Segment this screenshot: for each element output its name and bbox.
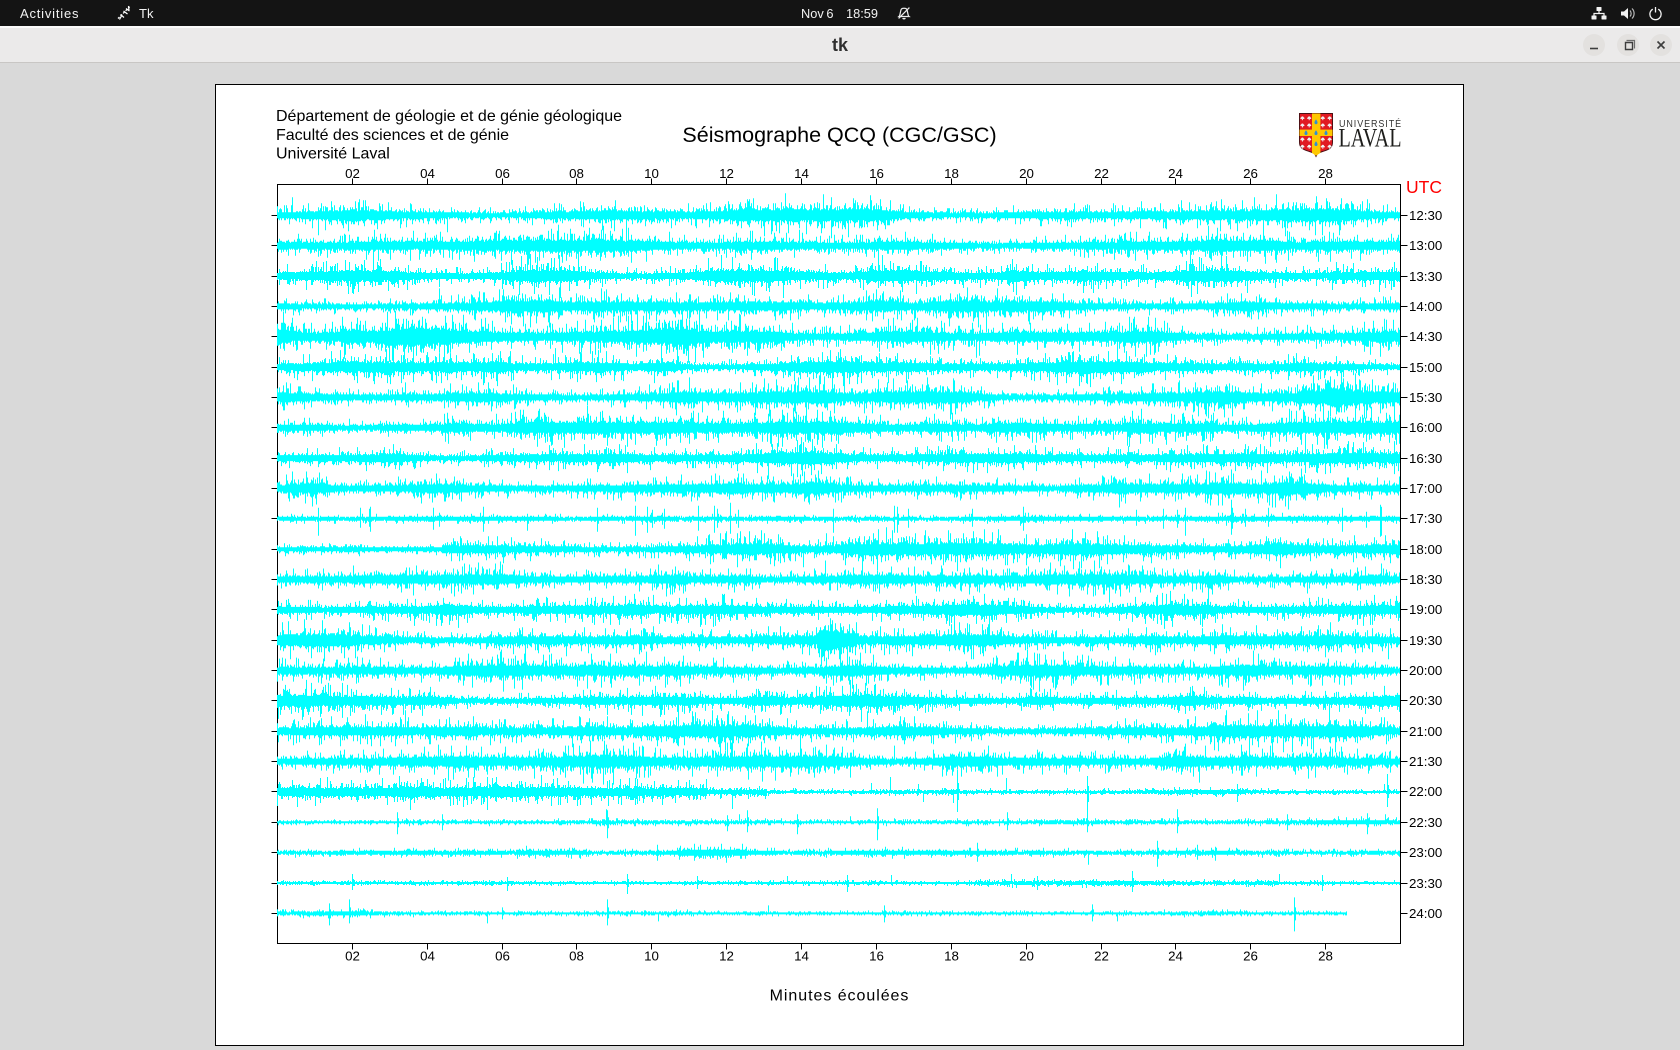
svg-text:08: 08 bbox=[569, 948, 584, 963]
svg-text:Minutes écoulées: Minutes écoulées bbox=[770, 987, 910, 1004]
svg-text:20:30: 20:30 bbox=[1409, 693, 1442, 708]
svg-text:22:30: 22:30 bbox=[1409, 815, 1442, 830]
svg-text:17:30: 17:30 bbox=[1409, 511, 1442, 526]
svg-text:02: 02 bbox=[345, 948, 360, 963]
svg-text:16:30: 16:30 bbox=[1409, 451, 1442, 466]
svg-text:04: 04 bbox=[420, 948, 435, 963]
svg-text:14:30: 14:30 bbox=[1409, 329, 1442, 344]
svg-text:18:00: 18:00 bbox=[1409, 542, 1442, 557]
svg-text:04: 04 bbox=[420, 166, 435, 181]
svg-text:14:00: 14:00 bbox=[1409, 299, 1442, 314]
svg-text:18: 18 bbox=[944, 948, 959, 963]
svg-text:12:30: 12:30 bbox=[1409, 208, 1442, 223]
svg-text:21:30: 21:30 bbox=[1409, 754, 1442, 769]
svg-text:12: 12 bbox=[719, 948, 734, 963]
svg-text:06: 06 bbox=[495, 948, 510, 963]
svg-text:Séismographe QCQ (CGC/GSC): Séismographe QCQ (CGC/GSC) bbox=[682, 123, 996, 147]
svg-text:15:00: 15:00 bbox=[1409, 360, 1442, 375]
svg-text:22:00: 22:00 bbox=[1409, 784, 1442, 799]
svg-text:18: 18 bbox=[944, 166, 959, 181]
svg-text:10: 10 bbox=[644, 166, 659, 181]
svg-text:19:00: 19:00 bbox=[1409, 602, 1442, 617]
svg-text:02: 02 bbox=[345, 166, 360, 181]
svg-text:22: 22 bbox=[1094, 948, 1109, 963]
svg-text:20:00: 20:00 bbox=[1409, 663, 1442, 678]
svg-text:28: 28 bbox=[1318, 166, 1333, 181]
svg-text:Département de géologie et de: Département de géologie et de génie géol… bbox=[276, 108, 622, 125]
svg-text:23:00: 23:00 bbox=[1409, 845, 1442, 860]
svg-text:13:30: 13:30 bbox=[1409, 269, 1442, 284]
svg-text:24: 24 bbox=[1168, 166, 1183, 181]
svg-text:24:00: 24:00 bbox=[1409, 906, 1442, 921]
svg-text:19:30: 19:30 bbox=[1409, 633, 1442, 648]
svg-text:13:00: 13:00 bbox=[1409, 238, 1442, 253]
svg-text:14: 14 bbox=[794, 166, 809, 181]
svg-text:17:00: 17:00 bbox=[1409, 481, 1442, 496]
svg-text:Faculté des sciences et de gén: Faculté des sciences et de génie bbox=[276, 127, 509, 144]
svg-text:14: 14 bbox=[794, 948, 809, 963]
svg-text:24: 24 bbox=[1168, 948, 1183, 963]
svg-text:23:30: 23:30 bbox=[1409, 876, 1442, 891]
svg-text:10: 10 bbox=[644, 948, 659, 963]
svg-text:08: 08 bbox=[569, 166, 584, 181]
svg-text:26: 26 bbox=[1243, 948, 1258, 963]
svg-text:06: 06 bbox=[495, 166, 510, 181]
svg-text:16:00: 16:00 bbox=[1409, 420, 1442, 435]
svg-text:16: 16 bbox=[869, 166, 884, 181]
svg-text:22: 22 bbox=[1094, 166, 1109, 181]
svg-text:26: 26 bbox=[1243, 166, 1258, 181]
svg-text:15:30: 15:30 bbox=[1409, 390, 1442, 405]
svg-text:20: 20 bbox=[1019, 166, 1034, 181]
svg-text:12: 12 bbox=[719, 166, 734, 181]
svg-text:16: 16 bbox=[869, 948, 884, 963]
svg-text:20: 20 bbox=[1019, 948, 1034, 963]
svg-text:21:00: 21:00 bbox=[1409, 724, 1442, 739]
svg-text:18:30: 18:30 bbox=[1409, 572, 1442, 587]
svg-text:Université Laval: Université Laval bbox=[276, 146, 390, 163]
svg-text:28: 28 bbox=[1318, 948, 1333, 963]
svg-text:UTC: UTC bbox=[1406, 177, 1442, 197]
svg-text:LAVAL: LAVAL bbox=[1339, 122, 1402, 152]
